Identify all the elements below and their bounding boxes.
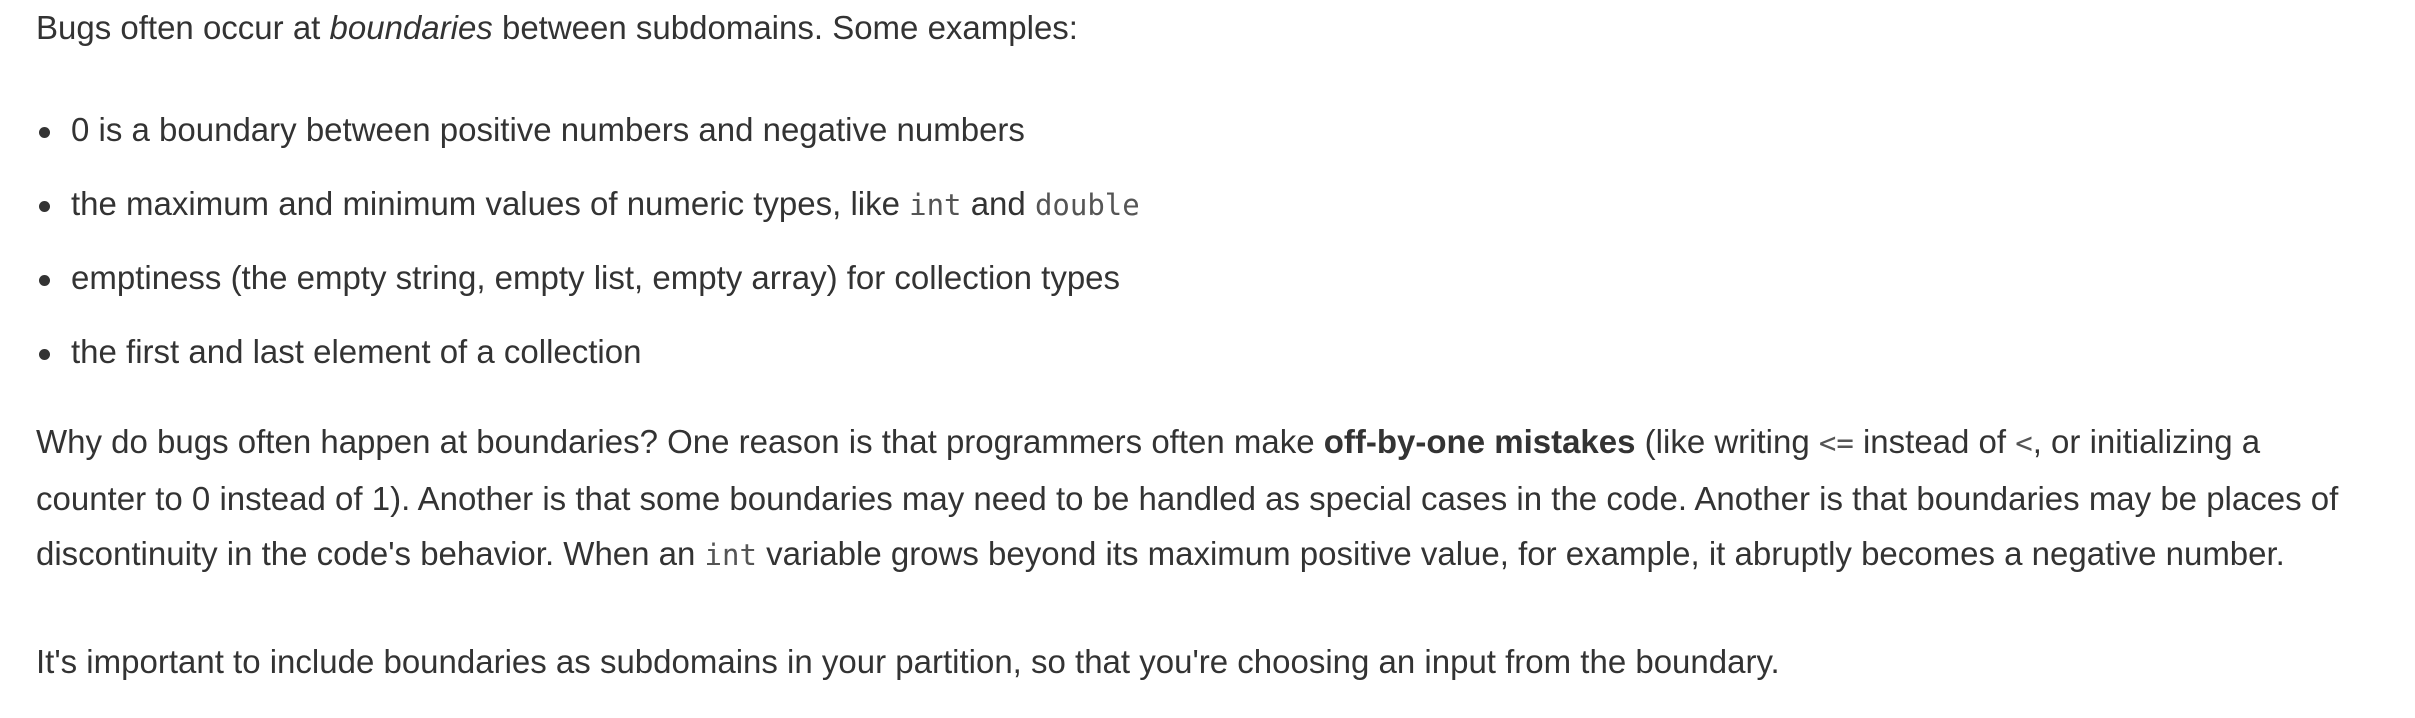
code-int: int — [909, 188, 962, 222]
list-item-text: the maximum and minimum values of numeri… — [71, 185, 910, 222]
why-text: variable grows beyond its maximum positi… — [756, 535, 2285, 572]
list-item-text: the first and last element of a collecti… — [71, 333, 642, 370]
code-less-than: < — [2015, 426, 2033, 460]
intro-text-after: between subdomains. Some examples: — [492, 9, 1078, 46]
document-body: Bugs often occur at boundaries between s… — [0, 0, 2415, 690]
list-item: 0 is a boundary between positive numbers… — [36, 102, 2379, 158]
intro-paragraph: Bugs often occur at boundaries between s… — [36, 0, 2379, 56]
intro-emphasis-boundaries: boundaries — [329, 9, 493, 46]
boundary-examples-list: 0 is a boundary between positive numbers… — [36, 102, 2379, 380]
list-item: emptiness (the empty string, empty list,… — [36, 250, 2379, 306]
why-text: instead of — [1853, 423, 2016, 460]
off-by-one-bold: off-by-one mistakes — [1323, 423, 1636, 460]
code-less-equal: <= — [1818, 426, 1854, 460]
why-text: (like writing — [1635, 423, 1819, 460]
list-item: the maximum and minimum values of numeri… — [36, 176, 2379, 232]
list-item-text: and — [961, 185, 1035, 222]
list-item: the first and last element of a collecti… — [36, 324, 2379, 380]
code-double: double — [1034, 188, 1140, 222]
why-text: Why do bugs often happen at boundaries? … — [36, 423, 1324, 460]
list-item-text: 0 is a boundary between positive numbers… — [71, 111, 1025, 148]
list-item-text: emptiness (the empty string, empty list,… — [71, 259, 1121, 296]
code-int: int — [704, 538, 757, 572]
why-paragraph: Why do bugs often happen at boundaries? … — [36, 414, 2379, 583]
important-paragraph: It's important to include boundaries as … — [36, 643, 1780, 680]
intro-text-before: Bugs often occur at — [36, 9, 330, 46]
